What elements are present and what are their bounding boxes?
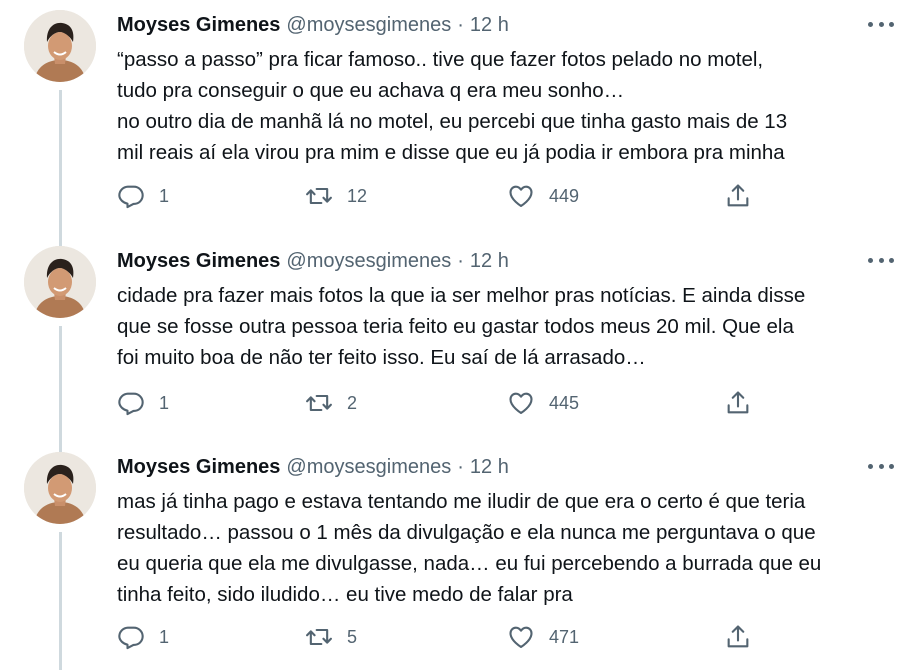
author-name[interactable]: Moyses Gimenes — [117, 456, 280, 479]
share-button[interactable] — [724, 620, 752, 654]
tweet-text-line: no outro dia de manhã lá no motel, eu pe… — [117, 110, 788, 133]
retweet-icon — [306, 187, 332, 205]
more-options-button[interactable] — [868, 252, 894, 268]
tweet-actions: 1 12 449 — [117, 179, 887, 213]
tweet-thread: Moyses Gimenes @moysesgimenes · 12 h “pa… — [0, 0, 916, 670]
like-button[interactable]: 445 — [507, 386, 579, 420]
separator-dot: · — [457, 249, 464, 272]
timestamp[interactable]: 12 h — [470, 250, 509, 273]
reply-button[interactable]: 1 — [117, 620, 169, 654]
tweet-text-line: cidade pra fazer mais fotos la que ia se… — [117, 284, 806, 307]
tweet-text-line: “passo a passo” pra ficar famoso.. tive … — [117, 48, 764, 71]
timestamp[interactable]: 12 h — [470, 456, 509, 479]
tweet-text: cidade pra fazer mais fotos la que ia se… — [117, 280, 887, 373]
retweet-count: 5 — [347, 626, 358, 647]
reply-count: 1 — [159, 626, 170, 647]
thread-line — [59, 326, 62, 460]
more-icon — [889, 463, 894, 469]
timestamp[interactable]: 12 h — [470, 14, 509, 37]
author-handle[interactable]: @moysesgimenes — [286, 14, 451, 37]
author-handle[interactable]: @moysesgimenes — [286, 250, 451, 273]
author-name[interactable]: Moyses Gimenes — [117, 14, 280, 37]
tweet-text-line: eu queria que ela me divulgasse, nada… e… — [117, 552, 822, 575]
share-button[interactable] — [724, 386, 752, 420]
like-count: 445 — [549, 392, 580, 413]
more-icon — [868, 21, 873, 27]
tweet-text: mas já tinha pago e estava tentando me i… — [117, 486, 887, 610]
reply-icon — [118, 392, 144, 416]
like-icon — [509, 626, 533, 648]
tweet-actions: 1 5 471 — [117, 620, 887, 654]
more-icon — [868, 463, 873, 469]
tweet-header: Moyses Gimenes @moysesgimenes · 12 h — [117, 452, 887, 482]
tweet-text-line: mas já tinha pago e estava tentando me i… — [117, 490, 806, 513]
more-icon — [878, 257, 884, 263]
tweet-actions: 1 2 445 — [117, 386, 887, 420]
author-name[interactable]: Moyses Gimenes — [117, 250, 280, 273]
tweet[interactable]: Moyses Gimenes @moysesgimenes · 12 h “pa… — [0, 10, 916, 250]
avatar[interactable] — [24, 246, 96, 318]
tweet-content: Moyses Gimenes @moysesgimenes · 12 h mas… — [117, 452, 887, 650]
retweet-button[interactable]: 5 — [305, 620, 357, 654]
reply-button[interactable]: 1 — [117, 179, 169, 213]
reply-count: 1 — [159, 185, 170, 206]
more-options-button[interactable] — [868, 16, 894, 32]
retweet-button[interactable]: 12 — [305, 179, 367, 213]
retweet-icon — [306, 628, 332, 646]
thread-line — [59, 532, 62, 670]
more-icon — [878, 21, 884, 27]
tweet-text: “passo a passo” pra ficar famoso.. tive … — [117, 44, 887, 168]
separator-dot: · — [457, 13, 464, 36]
more-icon — [889, 257, 894, 263]
retweet-icon — [306, 394, 332, 412]
like-count: 449 — [549, 185, 580, 206]
tweet-content: Moyses Gimenes @moysesgimenes · 12 h “pa… — [117, 10, 887, 209]
more-icon — [889, 21, 894, 27]
tweet-text-line: resultado… passou o 1 mês da divulgação … — [117, 521, 816, 544]
tweet[interactable]: Moyses Gimenes @moysesgimenes · 12 h cid… — [0, 246, 916, 460]
share-icon — [727, 184, 749, 207]
tweet-text-line: tudo pra conseguir o que eu achava q era… — [117, 79, 625, 102]
share-icon — [727, 625, 749, 648]
tweet-text-line: tinha feito, sido iludido… eu tive medo … — [117, 583, 573, 606]
share-button[interactable] — [724, 179, 752, 213]
like-icon — [509, 185, 533, 207]
tweet[interactable]: Moyses Gimenes @moysesgimenes · 12 h mas… — [0, 452, 916, 670]
reply-icon — [118, 626, 144, 650]
more-icon — [868, 257, 873, 263]
more-options-button[interactable] — [868, 458, 894, 474]
reply-count: 1 — [159, 392, 170, 413]
separator-dot: · — [457, 455, 464, 478]
share-icon — [727, 391, 749, 414]
retweet-button[interactable]: 2 — [305, 386, 357, 420]
retweet-count: 2 — [347, 392, 358, 413]
tweet-text-line: mil reais aí ela virou pra mim e disse q… — [117, 141, 785, 164]
like-count: 471 — [549, 626, 580, 647]
tweet-text-line: foi muito boa de não ter feito isso. Eu … — [117, 346, 646, 369]
tweet-text-line: que se fosse outra pessoa teria feito eu… — [117, 315, 794, 338]
thread-line — [59, 90, 62, 250]
retweet-count: 12 — [347, 185, 368, 206]
reply-button[interactable]: 1 — [117, 386, 169, 420]
tweet-header: Moyses Gimenes @moysesgimenes · 12 h — [117, 10, 887, 40]
tweet-header: Moyses Gimenes @moysesgimenes · 12 h — [117, 246, 887, 276]
author-handle[interactable]: @moysesgimenes — [286, 456, 451, 479]
avatar[interactable] — [24, 10, 96, 82]
avatar[interactable] — [24, 452, 96, 524]
tweet-content: Moyses Gimenes @moysesgimenes · 12 h cid… — [117, 246, 887, 416]
more-icon — [878, 463, 884, 469]
like-button[interactable]: 471 — [507, 620, 579, 654]
like-button[interactable]: 449 — [507, 179, 579, 213]
like-icon — [509, 392, 533, 414]
reply-icon — [118, 185, 144, 209]
